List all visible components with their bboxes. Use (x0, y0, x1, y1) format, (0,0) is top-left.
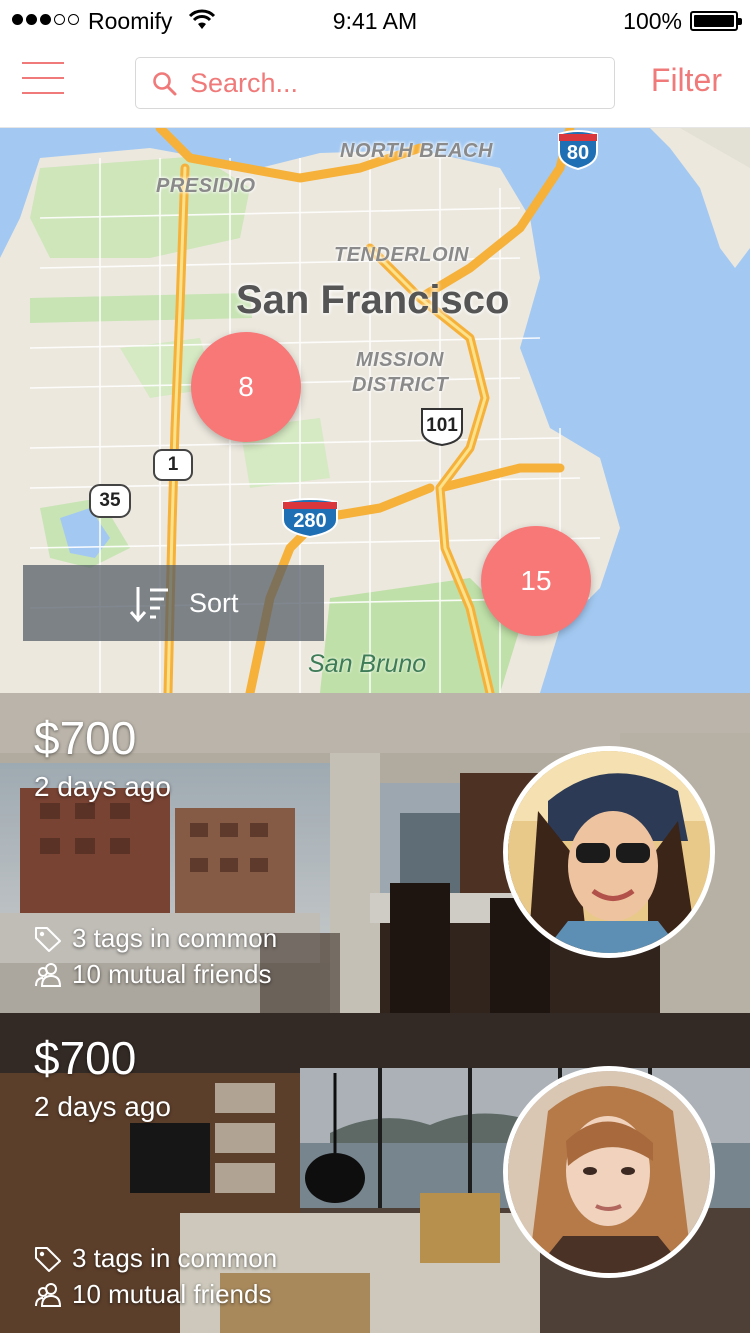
listing-mutual-friends: 10 mutual friends (72, 959, 272, 989)
nav-bar: Filter (0, 42, 750, 128)
host-avatar[interactable] (503, 746, 715, 958)
map-label-north-beach: NORTH BEACH (340, 140, 493, 162)
listing-card[interactable]: $700 2 days ago 3 tags in common 10 mutu… (0, 693, 750, 1013)
tag-icon (35, 1246, 61, 1272)
listing-price: $700 (34, 712, 137, 764)
map-label-mission: MISSION (356, 349, 444, 371)
highway-35-shield-icon: 35 (88, 483, 132, 524)
status-bar: Roomify 9:41 AM 100% (0, 0, 750, 42)
listing-tags-in-common: 3 tags in common (72, 923, 278, 953)
search-box[interactable] (135, 57, 615, 109)
listing-tags-row: 3 tags in common (34, 1243, 277, 1274)
interstate-280-shield-icon: 280 (280, 498, 340, 543)
listing-tags-row: 3 tags in common (34, 923, 277, 954)
battery-percentage: 100% (623, 8, 682, 34)
listing-friends-row: 10 mutual friends (34, 1279, 271, 1310)
map-label-district: DISTRICT (352, 374, 449, 396)
hamburger-menu-icon[interactable] (22, 60, 66, 96)
battery-icon (690, 11, 742, 31)
map-cluster-marker[interactable]: 8 (191, 332, 301, 442)
listing-mutual-friends: 10 mutual friends (72, 1279, 272, 1309)
map-view[interactable]: NORTH BEACH PRESIDIO TENDERLOIN San Fran… (0, 128, 750, 693)
listing-card[interactable]: $700 2 days ago 3 tags in common 10 mutu… (0, 1013, 750, 1333)
search-input[interactable] (190, 58, 600, 108)
map-label-san-bruno: San Bruno (308, 650, 427, 678)
sort-icon (129, 587, 168, 623)
interstate-80-shield-icon: 80 (556, 130, 600, 175)
listing-price: $700 (34, 1032, 137, 1084)
map-cluster-marker[interactable]: 15 (481, 526, 591, 636)
highway-1-shield-icon: 1 (152, 448, 194, 487)
listing-posted-time: 2 days ago (34, 1091, 171, 1122)
friends-icon (35, 1282, 62, 1307)
sort-button[interactable]: Sort (23, 565, 324, 641)
highway-35-label: 35 (99, 490, 121, 511)
interstate-280-label: 280 (293, 510, 327, 532)
search-icon (153, 72, 177, 96)
host-avatar[interactable] (503, 1066, 715, 1278)
us-101-shield-icon: 101 (418, 406, 466, 451)
listing-posted-time: 2 days ago (34, 771, 171, 802)
filter-button[interactable]: Filter (651, 62, 722, 99)
highway-1-label: 1 (167, 454, 179, 475)
listing-tags-in-common: 3 tags in common (72, 1243, 278, 1273)
map-label-tenderloin: TENDERLOIN (334, 244, 469, 266)
listing-friends-row: 10 mutual friends (34, 959, 271, 990)
tag-icon (35, 926, 61, 952)
map-city-label: San Francisco (236, 278, 510, 322)
interstate-80-label: 80 (566, 142, 590, 164)
sort-label: Sort (189, 588, 239, 618)
friends-icon (35, 962, 62, 987)
us-101-label: 101 (426, 415, 458, 436)
map-label-presidio: PRESIDIO (156, 175, 256, 197)
